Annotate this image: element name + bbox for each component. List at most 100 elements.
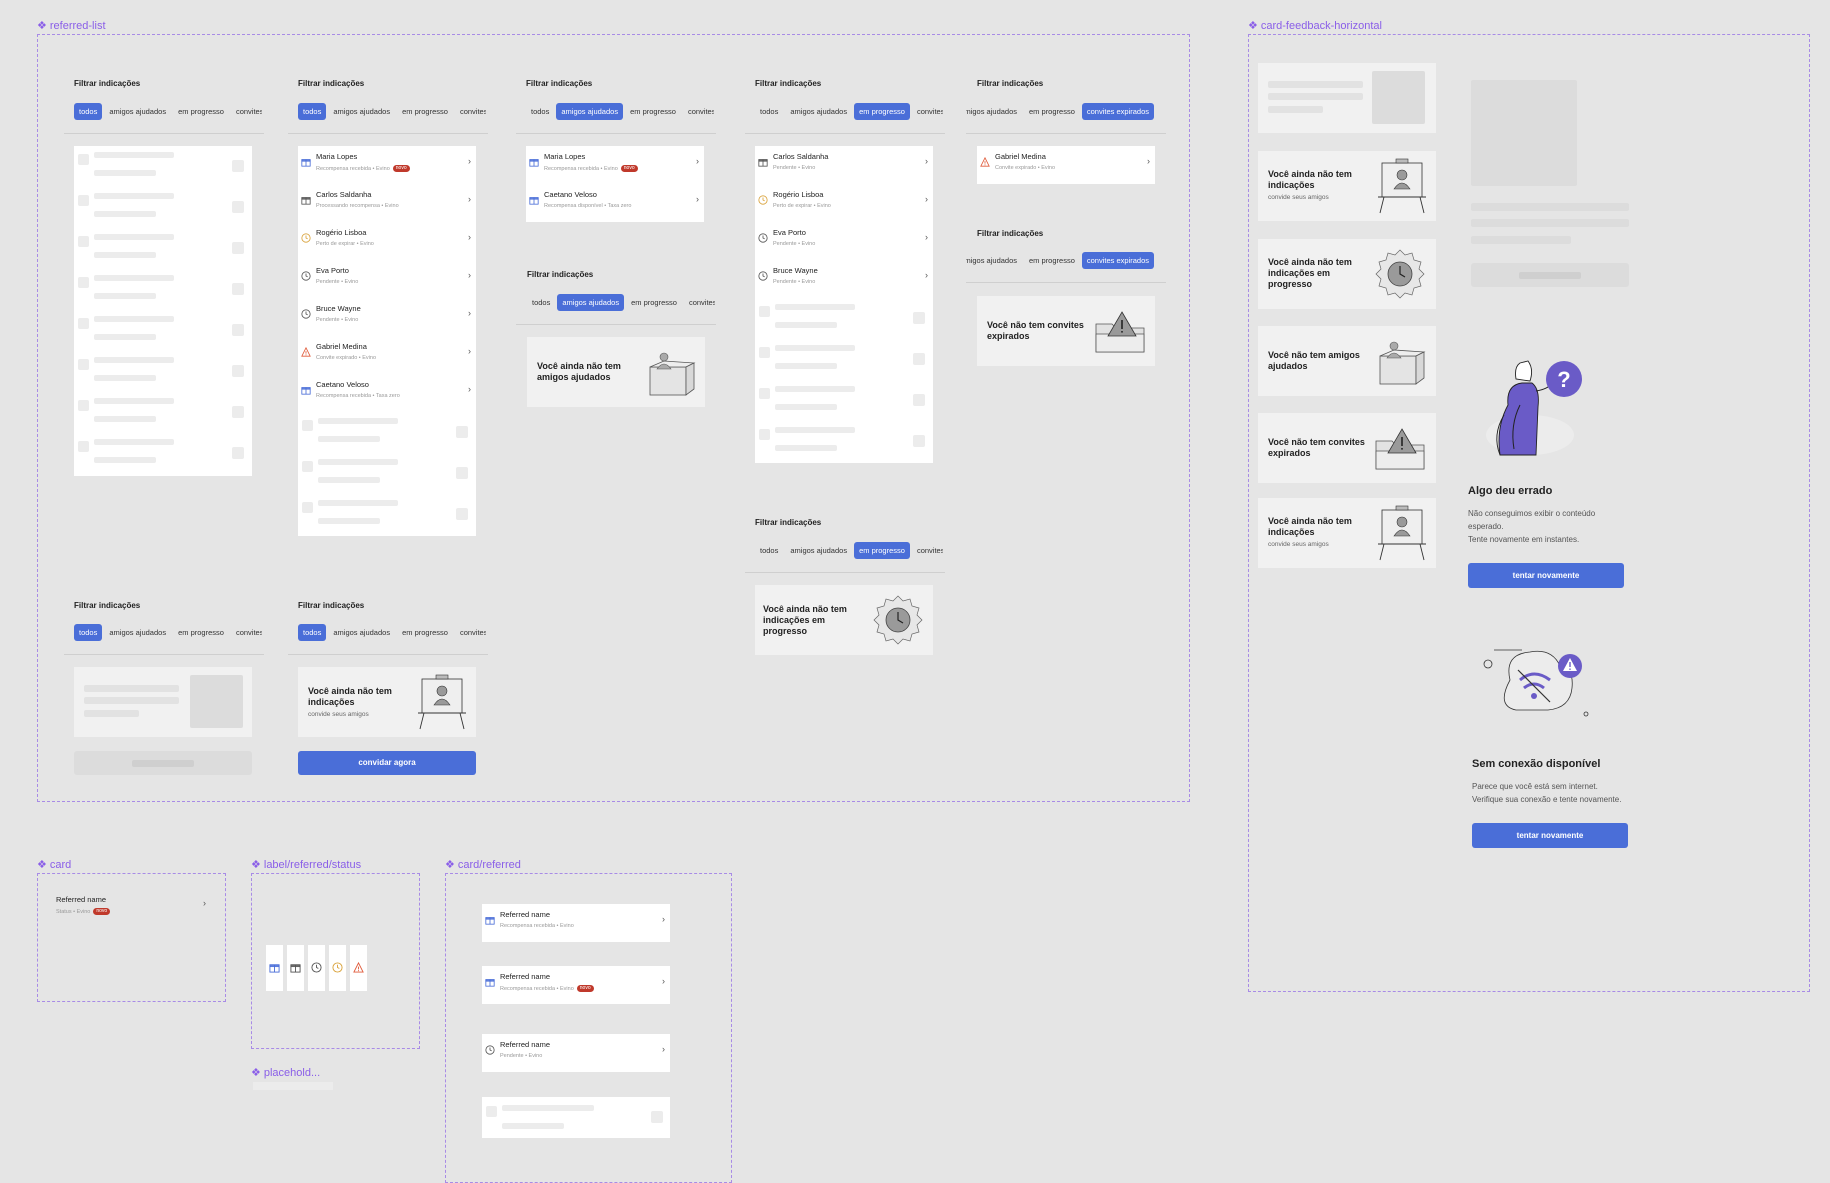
referred-row[interactable]: Maria Lopes Recompensa recebida • Evino no… [298, 146, 476, 184]
referred-row[interactable]: Carlos Saldanha Processando recompensa • … [298, 184, 476, 222]
chip-amigos[interactable]: amigos ajudados [966, 252, 1022, 269]
empty-box-icon [649, 352, 696, 396]
chip-todos[interactable]: todos [755, 542, 783, 559]
retry-button[interactable]: tentar novamente [1472, 823, 1628, 848]
chip-convites[interactable]: convites expirados [455, 624, 486, 641]
chip-amigos[interactable]: amigos ajudados [328, 624, 395, 641]
chip-convites[interactable]: convites expirados [912, 542, 943, 559]
referred-name: Referred name [500, 910, 551, 919]
offline-line-1: Parece que você está sem internet. [1472, 782, 1598, 791]
referred-list-amigos: Maria Lopes Recompensa recebida • Evino no… [526, 146, 704, 222]
chip-progresso[interactable]: em progresso [173, 103, 229, 120]
chip-amigos[interactable]: amigos ajudados [785, 103, 852, 120]
chip-todos[interactable]: todos [755, 103, 783, 120]
chip-amigos[interactable]: amigos ajudados [104, 103, 171, 120]
filter-chips: todos amigos ajudados em progresso convites… [74, 624, 262, 642]
chip-todos[interactable]: todos [74, 103, 103, 120]
chip-todos[interactable]: todos [527, 294, 555, 311]
chip-convites[interactable]: convites expirados [455, 103, 486, 120]
chip-convites[interactable]: convites expirados [231, 624, 262, 641]
referred-row[interactable]: Caetano Veloso Recompensa recebida • Taxa… [298, 374, 476, 412]
chip-progresso[interactable]: em progresso [854, 103, 910, 120]
referred-name: Caetano Veloso [544, 190, 597, 199]
chip-convites[interactable]: convites expirados [1081, 103, 1154, 120]
chip-todos[interactable]: todos [298, 103, 327, 120]
card-demo[interactable]: Referred name Status • Evino novo › [56, 895, 206, 925]
gift-icon [301, 382, 311, 395]
chevron-right-icon: › [468, 156, 471, 166]
referred-row[interactable]: Rogério Lisboa Perto de expirar • Evino › [755, 184, 933, 222]
referred-name: Rogério Lisboa [316, 228, 367, 237]
chip-amigos[interactable]: amigos ajudados [328, 103, 395, 120]
gift-icon [290, 964, 301, 973]
chip-convites[interactable]: convites expirados [684, 294, 715, 311]
chip-progresso[interactable]: em progresso [854, 542, 910, 559]
chevron-right-icon: › [468, 308, 471, 318]
presentation-board-icon [418, 674, 466, 730]
skeleton-row [298, 494, 476, 535]
chip-progresso[interactable]: em progresso [1024, 252, 1080, 269]
skeleton-button [74, 751, 252, 775]
chip-convites[interactable]: convites expirados [912, 103, 943, 120]
referred-row[interactable]: Gabriel Medina Convite expirado • Evino › [977, 146, 1155, 184]
referred-status: Pendente • Evino [773, 241, 816, 247]
referred-row[interactable]: Referred name Recompensa recebida • Evino… [482, 966, 670, 1004]
retry-button[interactable]: tentar novamente [1468, 563, 1624, 588]
referred-row[interactable]: Referred name Pendente • Evino › [482, 1034, 670, 1072]
status-clock-orange [329, 945, 346, 991]
referred-row[interactable]: Eva Porto Pendente • Evino › [755, 222, 933, 260]
frame-card [37, 873, 226, 1002]
referred-row[interactable]: Bruce Wayne Pendente • Evino › [755, 260, 933, 298]
presentation-board-icon [1378, 505, 1426, 561]
divider [516, 133, 716, 134]
chip-amigos[interactable]: amigos ajudados [556, 103, 624, 120]
chip-progresso[interactable]: em progresso [397, 624, 453, 641]
filter-header: Filtrar indicações [526, 79, 593, 88]
svg-text:?: ? [1557, 367, 1570, 392]
chip-amigos[interactable]: amigos ajudados [966, 103, 1022, 120]
referred-row[interactable]: Gabriel Medina Convite expirado • Evino › [298, 336, 476, 374]
referred-row[interactable]: Carlos Saldanha Pendente • Evino › [755, 146, 933, 184]
skeleton-line [1471, 219, 1629, 227]
referred-row[interactable]: Caetano Veloso Recompensa disponível • Ta… [526, 184, 704, 222]
referred-name: Referred name [500, 1040, 551, 1049]
empty-title: Você ainda não tem amigos ajudados [537, 361, 621, 382]
chevron-right-icon: › [468, 194, 471, 204]
invite-now-button[interactable]: convidar agora [298, 751, 476, 775]
filter-chips: amigos ajudadosem progressoconvites expi… [966, 103, 1156, 121]
chip-convites[interactable]: convites expirados [1081, 252, 1154, 269]
chip-progresso[interactable]: em progresso [397, 103, 453, 120]
chip-progresso[interactable]: em progresso [626, 294, 682, 311]
chip-amigos[interactable]: amigos ajudados [104, 624, 171, 641]
chip-progresso[interactable]: em progresso [173, 624, 229, 641]
chip-amigos[interactable]: amigos ajudados [785, 542, 852, 559]
referred-name: Gabriel Medina [316, 342, 367, 351]
gift-icon [758, 154, 768, 167]
referred-status: Perto de expirar • Evino [316, 241, 374, 247]
referred-row[interactable]: Rogério Lisboa Perto de expirar • Evino › [298, 222, 476, 260]
skeleton-line [1471, 236, 1571, 244]
referred-row[interactable]: Referred name Recompensa recebida • Evino… [482, 904, 670, 942]
chip-todos[interactable]: todos [74, 624, 103, 641]
skeleton-row [298, 412, 476, 453]
clock-icon [758, 192, 768, 205]
frame-label-status: ❖ label/referred/status [251, 859, 362, 871]
frame-label-card: ❖ card [37, 859, 72, 871]
clock-icon [301, 230, 311, 243]
chip-progresso[interactable]: em progresso [1024, 103, 1080, 120]
referred-list-progresso: Carlos Saldanha Pendente • Evino › Rogério … [755, 146, 933, 463]
referred-list-expirados: Gabriel Medina Convite expirado • Evino › [977, 146, 1155, 184]
skeleton-row [74, 146, 252, 187]
chip-todos[interactable]: todos [526, 103, 554, 120]
error-title: Algo deu errado [1468, 485, 1553, 497]
chip-convites[interactable]: convites expirados [683, 103, 714, 120]
chip-todos[interactable]: todos [298, 624, 327, 641]
empty-title: Você ainda não tem indicações em progres… [763, 604, 847, 636]
chip-convites[interactable]: convites expirados [231, 103, 262, 120]
chip-progresso[interactable]: em progresso [625, 103, 681, 120]
referred-name: Eva Porto [773, 228, 806, 237]
referred-row[interactable]: Maria Lopes Recompensa recebida • Evino no… [526, 146, 704, 184]
chip-amigos[interactable]: amigos ajudados [557, 294, 625, 311]
referred-row[interactable]: Bruce Wayne Pendente • Evino › [298, 298, 476, 336]
referred-row[interactable]: Eva Porto Pendente • Evino › [298, 260, 476, 298]
